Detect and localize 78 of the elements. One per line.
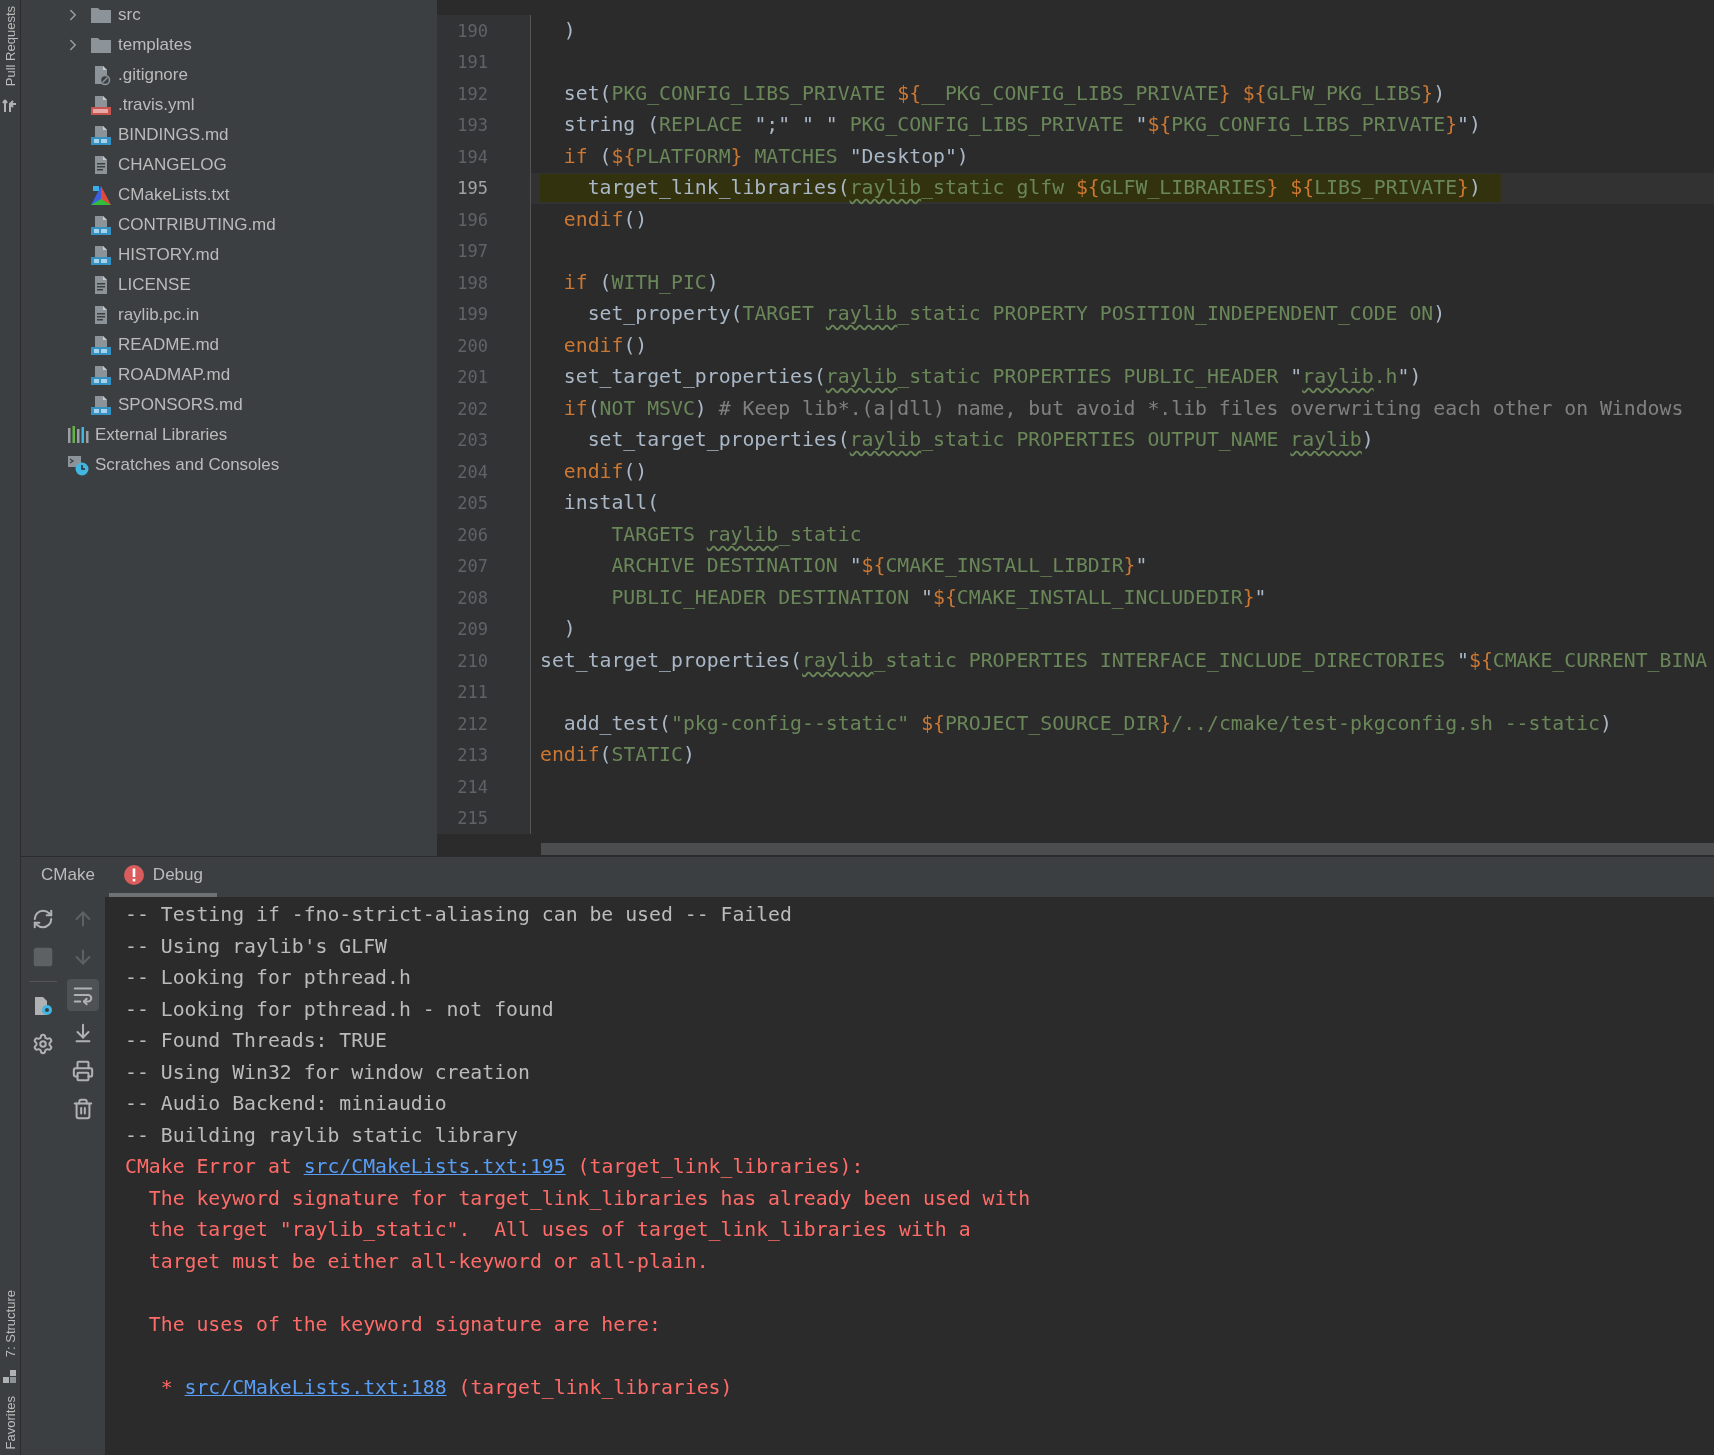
document-icon xyxy=(90,394,112,416)
code-line: add_test("pkg-config--static" ${PROJECT_SOURCE_DIR}/../cmake/test-pkgconfig.sh --static) xyxy=(562,710,1612,737)
code-line: endif() xyxy=(562,206,648,233)
printer-icon xyxy=(72,1060,94,1082)
console-line: -- Found Threads: TRUE xyxy=(125,1028,387,1054)
settings-icon xyxy=(32,1033,54,1055)
error-icon xyxy=(122,864,145,886)
code-line: set_property(TARGET raylib_static PROPERTY POSITION_INDEPENDENT_CODE ON) xyxy=(586,301,1446,328)
console-line: -- Looking for pthread.h - not found xyxy=(125,996,554,1023)
console-line: The uses of the keyword signature are here: xyxy=(147,1311,661,1338)
console-line: -- Audio Backend: miniaudio xyxy=(125,1091,447,1117)
tree-item[interactable]: CMakeLists.txt xyxy=(21,180,437,210)
console-line: -- Looking for pthread.h xyxy=(125,965,411,991)
document-icon xyxy=(90,244,112,266)
console-line: -- Using Win32 for window creation xyxy=(125,1059,530,1086)
code-line: endif() xyxy=(562,458,648,485)
tree-item[interactable]: ROADMAP.md xyxy=(21,360,437,390)
tree-item[interactable]: CONTRIBUTING.md xyxy=(21,210,437,240)
tree-item[interactable]: templates xyxy=(21,30,437,60)
tree-item[interactable]: LICENSE xyxy=(21,270,437,300)
document-icon xyxy=(90,214,112,236)
tree-item[interactable]: CHANGELOG xyxy=(21,150,437,180)
stop-icon xyxy=(32,946,54,968)
line-number: 195 xyxy=(457,178,488,199)
tree-item[interactable]: SPONSORS.md xyxy=(21,390,437,420)
code-line: PUBLIC_HEADER DESTINATION "${CMAKE_INSTALL_INCLUDEDIR}" xyxy=(610,584,1267,611)
toolbar-button[interactable] xyxy=(67,979,99,1011)
code-line: set_target_properties(raylib_static PROPERTIES INTERFACE_INCLUDE_DIRECTORIES "${CMAKE_CURRENT_BINA xyxy=(540,647,1708,674)
code-line: if (WITH_PIC) xyxy=(562,269,719,296)
reload-icon xyxy=(32,908,54,930)
code-line: ARCHIVE DESTINATION "${CMAKE_INSTALL_LIBDIR}" xyxy=(610,553,1148,580)
code-line: if(NOT MSVC) # Keep lib*.(a|dll) name, but avoid *.lib files overwriting each other on Windows xyxy=(562,395,1684,422)
tree-item[interactable]: BINDINGS.md xyxy=(21,120,437,150)
tree-item[interactable]: src xyxy=(21,0,437,30)
console-line: CMake Error at src/CMakeLists.txt:195 (target_link_libraries): xyxy=(125,1154,864,1180)
console-line: -- Using raylib's GLFW xyxy=(125,933,387,960)
side-tab[interactable]: Favorites xyxy=(2,1395,18,1449)
tree-item[interactable]: .gitignore xyxy=(21,60,437,90)
bars-icon xyxy=(67,424,89,446)
code-line: TARGETS raylib_static xyxy=(610,521,862,548)
code-line: endif() xyxy=(562,332,648,359)
tree-item[interactable]: raylib.pc.in xyxy=(21,300,437,330)
console-line: -- Building raylib static library xyxy=(125,1122,518,1149)
side-tab[interactable]: Pull Requests xyxy=(2,6,18,87)
document-icon xyxy=(90,364,112,386)
code-line: ) xyxy=(562,616,576,643)
console-line: * src/CMakeLists.txt:188 (target_link_libraries) xyxy=(159,1374,733,1401)
tree-item[interactable]: External Libraries xyxy=(21,420,437,450)
code-line: endif(STATIC) xyxy=(540,742,695,769)
code-line: set_target_properties(raylib_static PROPERTIES PUBLIC_HEADER "raylib.h") xyxy=(562,364,1422,391)
console-line: -- Testing if -fno-strict-aliasing can be used -- Failed xyxy=(125,902,792,928)
code-line: install( xyxy=(562,490,660,517)
document-icon xyxy=(90,94,112,116)
side-tab[interactable]: 7: Structure xyxy=(2,1290,18,1358)
triangle-icon xyxy=(90,184,112,206)
code-line: set(PKG_CONFIG_LIBS_PRIVATE ${__PKG_CONFIG_LIBS_PRIVATE} ${GLFW_PKG_LIBS}) xyxy=(562,80,1446,107)
code-line: set_target_properties(raylib_static PROPERTIES OUTPUT_NAME raylib) xyxy=(586,427,1374,454)
tree-item[interactable]: HISTORY.md xyxy=(21,240,437,270)
console-line: The keyword signature for target_link_libraries has already been used with xyxy=(147,1185,1031,1212)
file-link[interactable]: src/CMakeLists.txt:195 xyxy=(303,1155,566,1178)
code-line: string (REPLACE ";" " " PKG_CONFIG_LIBS_PRIVATE "${PKG_CONFIG_LIBS_PRIVATE}") xyxy=(562,112,1481,139)
pull-request-icon xyxy=(2,98,18,115)
console-line: the target "raylib_static". All uses of target_link_libraries with a xyxy=(147,1217,971,1243)
document-gear-icon xyxy=(32,995,54,1017)
tree-item[interactable]: README.md xyxy=(21,330,437,360)
horizontal-scrollbar[interactable] xyxy=(541,843,1714,855)
clock-console-icon xyxy=(67,454,89,476)
tree-item[interactable]: .travis.yml xyxy=(21,90,437,120)
structure-icon xyxy=(3,1369,17,1384)
trash-icon xyxy=(72,1098,94,1120)
code-line: ) xyxy=(562,17,576,44)
tree-item[interactable]: Scratches and Consoles xyxy=(21,450,437,480)
document-icon xyxy=(90,124,112,146)
console-line: target must be either all-keyword or all-plain. xyxy=(147,1248,709,1275)
file-link[interactable]: src/CMakeLists.txt:188 xyxy=(184,1375,447,1399)
document-icon xyxy=(90,334,112,356)
panel-tab[interactable]: CMake xyxy=(27,857,109,897)
code-line: if (${PLATFORM} MATCHES "Desktop") xyxy=(562,143,969,170)
